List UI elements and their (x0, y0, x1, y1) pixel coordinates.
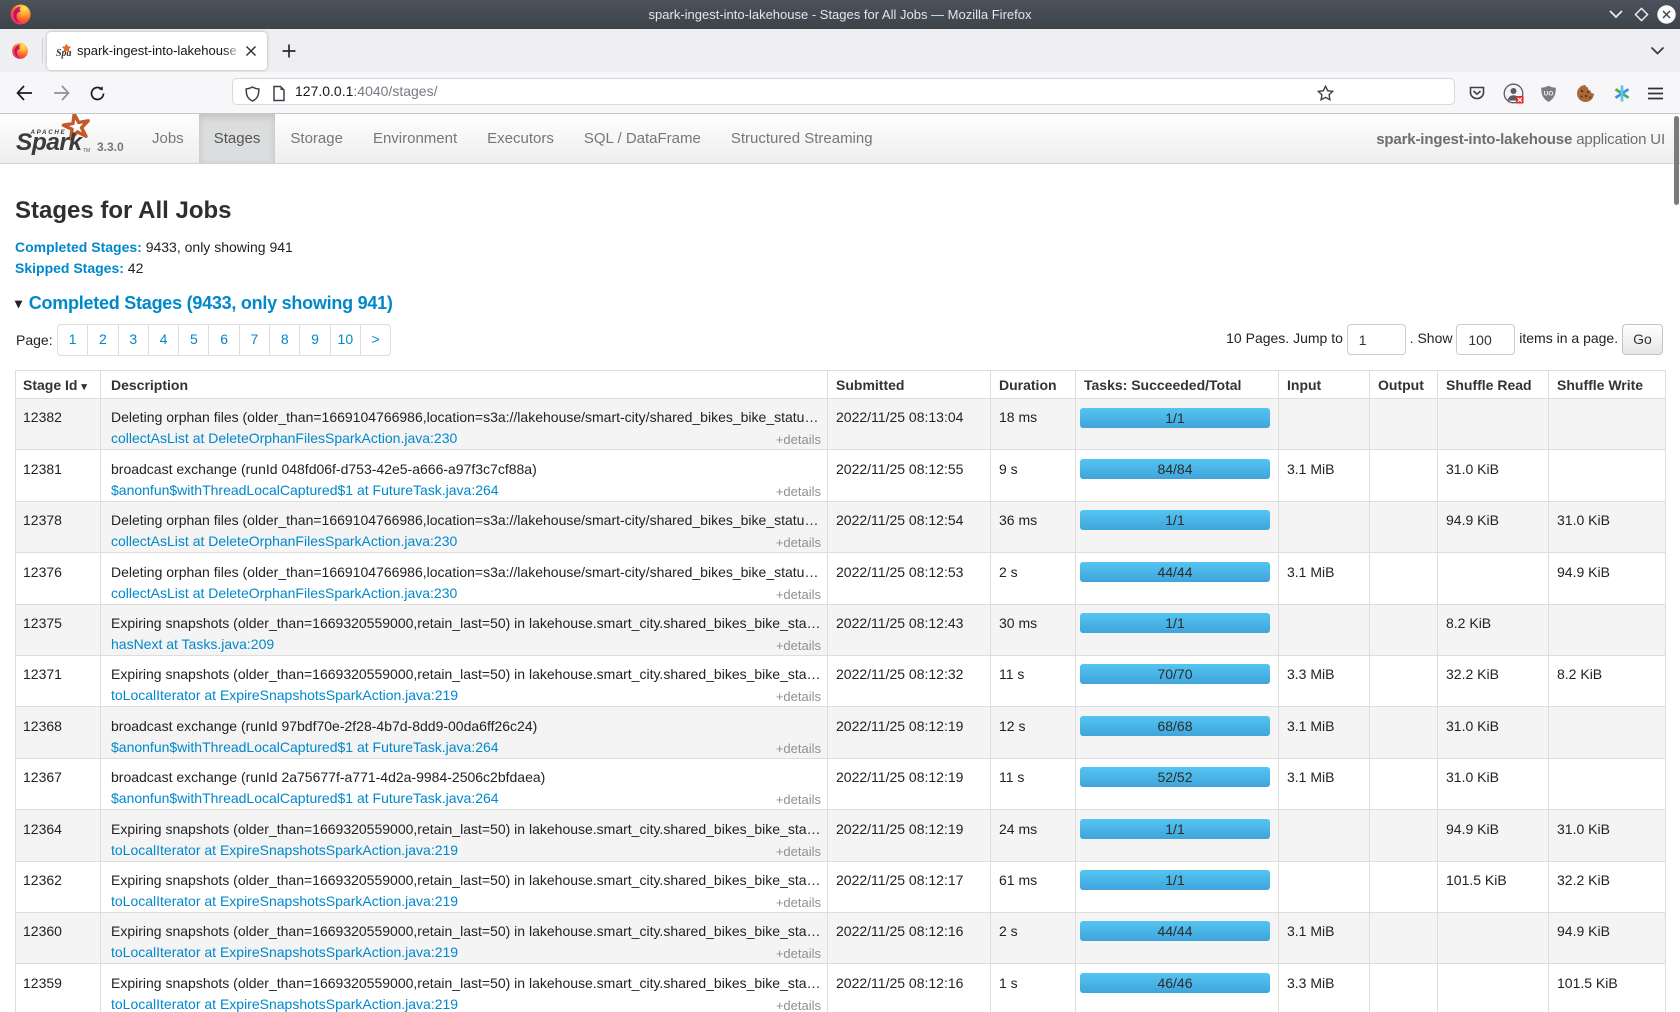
svg-text:UO: UO (1544, 91, 1554, 98)
svg-text:APACHE: APACHE (30, 129, 67, 136)
svg-text:TM: TM (83, 148, 90, 154)
svg-text:Spa: Spa (56, 48, 72, 59)
